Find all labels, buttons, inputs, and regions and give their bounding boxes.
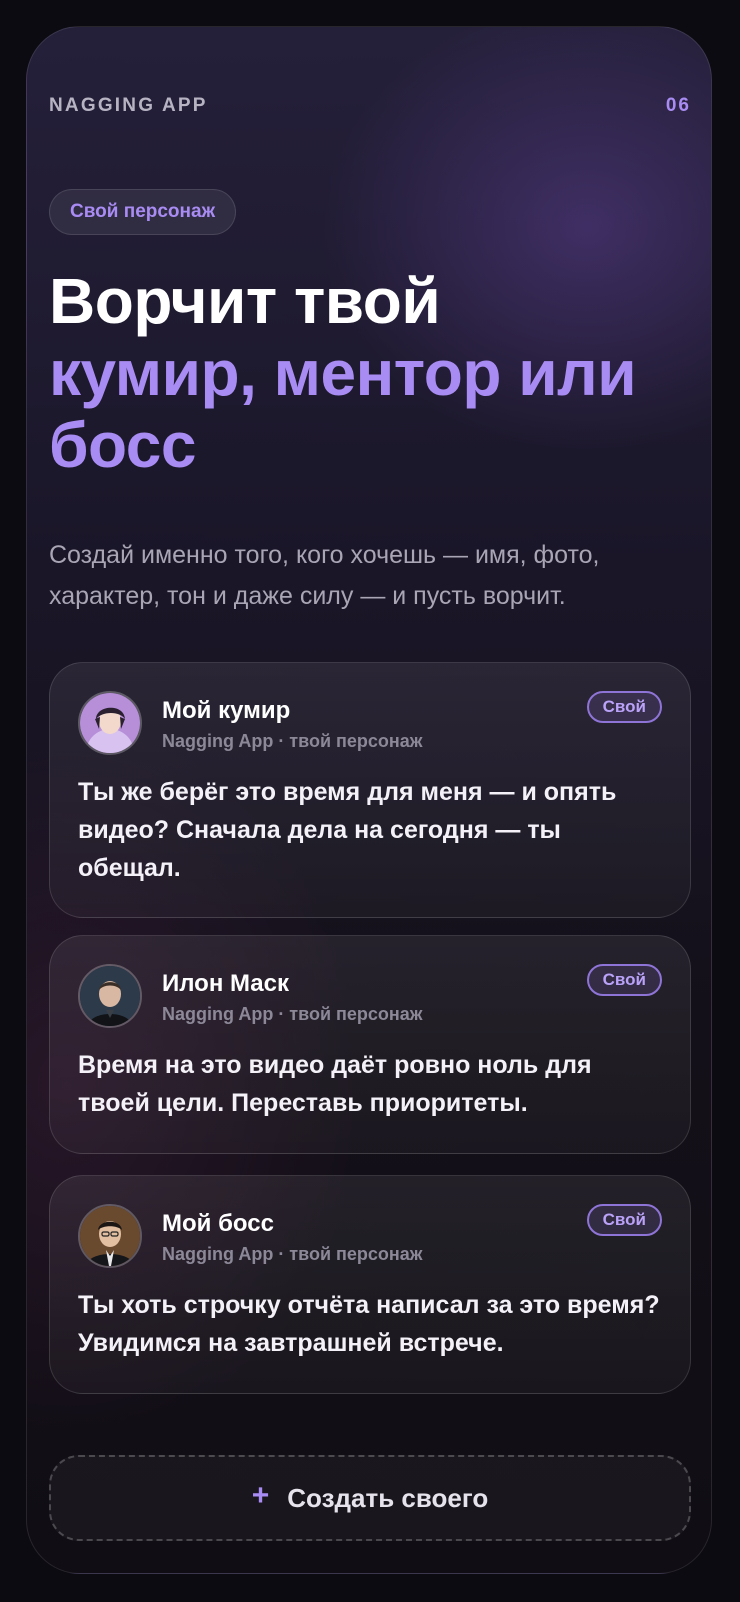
top-bar: NAGGING APP 06 bbox=[49, 95, 691, 119]
avatar bbox=[78, 1204, 142, 1268]
persona-meta: Nagging App · твой персонаж bbox=[162, 731, 423, 751]
headline-line-1: Ворчит твой bbox=[49, 265, 441, 337]
app-label: NAGGING APP bbox=[49, 95, 208, 116]
custom-badge: Свой bbox=[586, 1204, 662, 1236]
message-text: Время на это видео даёт ровно ноль для т… bbox=[78, 1051, 592, 1117]
message-card[interactable]: Илон Маск Nagging App · твой персонаж Св… bbox=[49, 935, 691, 1154]
subtitle: Создай именно того, кого хочешь — имя, ф… bbox=[49, 541, 600, 610]
headline-line-2: кумир, ментор или босс bbox=[49, 337, 637, 481]
persona-name: Мой босс bbox=[162, 1210, 274, 1237]
avatar bbox=[78, 691, 142, 755]
persona-name: Илон Маск bbox=[162, 970, 289, 997]
message-card[interactable]: Мой босс Nagging App · твой персонаж Сво… bbox=[49, 1175, 691, 1394]
headline: Ворчит твой кумир, ментор или босс bbox=[49, 265, 699, 481]
page-number: 06 bbox=[665, 95, 691, 116]
persona-meta: Nagging App · твой персонаж bbox=[162, 1244, 423, 1264]
create-own-label: Создать своего bbox=[287, 1482, 489, 1513]
custom-badge: Свой bbox=[586, 964, 662, 996]
avatar-boss-icon bbox=[80, 1206, 140, 1266]
persona-name: Мой кумир bbox=[162, 697, 291, 724]
feature-tag: Свой персонаж bbox=[49, 189, 237, 235]
phone-frame: NAGGING APP 06 Свой персонаж Ворчит твой… bbox=[26, 26, 712, 1574]
avatar-idol-icon bbox=[80, 693, 140, 753]
create-own-button[interactable]: + Создать своего bbox=[49, 1455, 691, 1541]
custom-badge: Свой bbox=[586, 691, 662, 723]
message-card[interactable]: Мой кумир Nagging App · твой персонаж Св… bbox=[49, 662, 691, 918]
avatar bbox=[78, 964, 142, 1028]
plus-icon: + bbox=[251, 1479, 270, 1512]
persona-meta: Nagging App · твой персонаж bbox=[162, 1004, 423, 1024]
avatar-musk-icon bbox=[80, 966, 140, 1026]
message-text: Ты хоть строчку отчёта написал за это вр… bbox=[78, 1291, 660, 1357]
message-text: Ты же берёг это время для меня — и опять… bbox=[78, 778, 617, 882]
